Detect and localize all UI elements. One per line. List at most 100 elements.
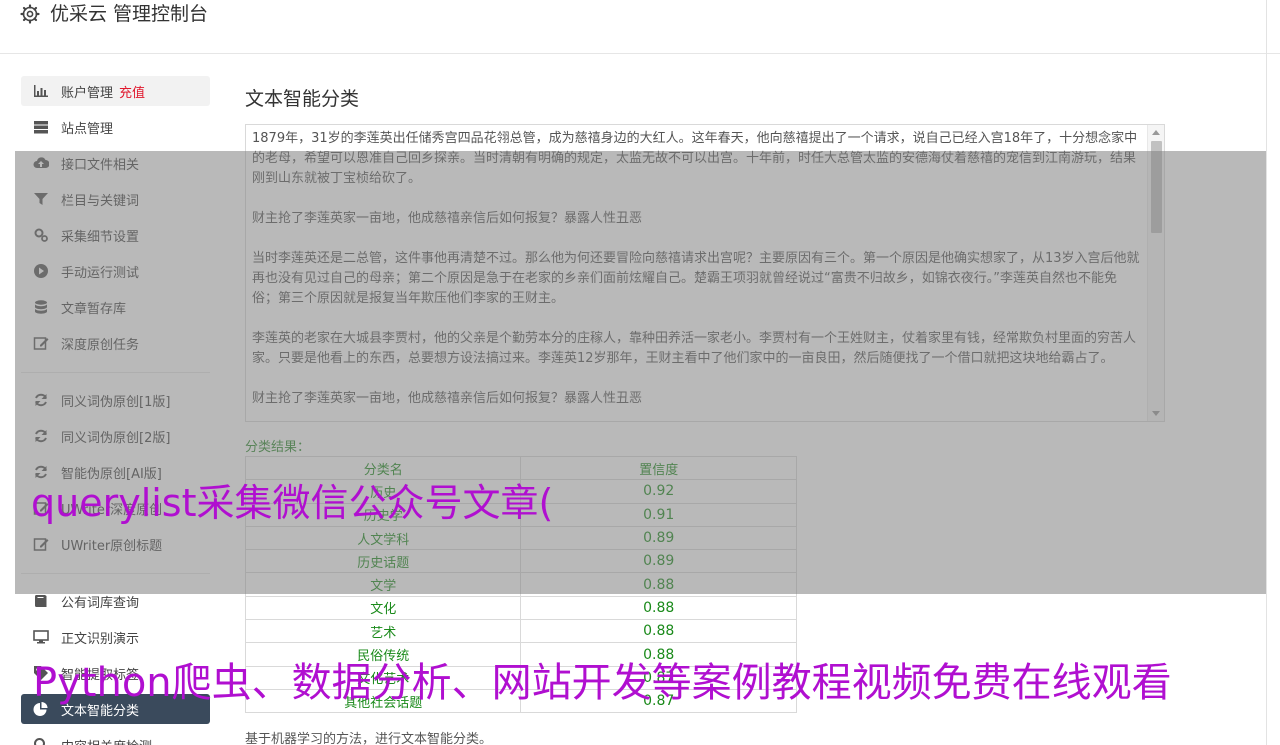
article-paragraph: 1879年，31岁的李莲英出任储秀宫四品花翎总管，成为慈禧身边的大红人。这年春天… [252,131,1138,186]
scroll-down-icon[interactable] [1152,411,1160,416]
category-cell: 历史话题 [244,549,522,574]
article-paragraph: 财主抢了李莲英家一亩地，他成慈禧亲信后如何报复？暴露人性丑恶 [252,211,643,226]
sidebar-item-1[interactable]: 账户管理 充值 [21,76,210,106]
sidebar-item-label: 同义词伪原创[1版] [61,394,171,410]
sidebar-item-2[interactable]: 站点管理 [21,112,210,142]
article-paragraph: 李莲英的老家在大城县李贾村，他的父亲是个勤劳本分的庄稼人，靠种田养活一家老小。李… [252,331,1137,366]
confidence-cell: 0.92 [520,479,797,504]
table-row: 人文学科 0.89 [244,525,797,551]
category-cell: 历史 [244,479,522,504]
sidebar-item-label: 采集细节设置 [61,229,140,245]
sidebar-item-5[interactable]: 采集细节设置 [21,220,210,250]
sidebar-item-label: 智能提取标签 [61,667,140,683]
sidebar-item-17[interactable]: 文本智能分类 [21,694,210,724]
page-title: 文本智能分类 [245,88,360,110]
article-text: 1879年，31岁的李莲英出任储秀宫四品花翎总管，成为慈禧身边的大红人。这年春天… [252,129,1142,421]
table-row: 艺术 0.88 [244,619,797,644]
table-row: 文化艺术 0.87 [244,665,797,690]
confidence-cell: 0.89 [520,525,797,551]
sidebar-item-15[interactable]: 正文识别演示 [21,622,210,652]
confidence-cell: 0.88 [520,642,797,667]
category-cell: 历史学 [244,502,522,527]
sidebar-item-label: 深度原创任务 [61,337,140,353]
confidence-cell: 0.88 [520,619,797,644]
sidebar-item-10[interactable]: 同义词伪原创[2版] [21,421,210,451]
sidebar-item-label: 账户管理 [61,85,114,101]
category-cell: 其他社会话题 [244,688,522,714]
gear-icon [20,4,40,24]
category-cell: 民俗传统 [244,642,522,667]
server-icon [21,112,61,142]
sidebar-item-16[interactable]: 智能提取标签 [21,658,210,688]
sidebar-item-6[interactable]: 手动运行测试 [21,256,210,286]
sidebar-item-label: 文本智能分类 [61,703,140,719]
sidebar-item-8[interactable]: 深度原创任务 [21,328,210,358]
tag-icon [21,658,61,688]
table-row: 历史 0.92 [244,479,797,504]
header-confidence: 置信度 [520,455,797,481]
category-cell: 人文学科 [244,525,522,551]
sidebar: 账户管理 充值站点管理接口文件相关栏目与关键词 采集细节设置 手动运行测试 文章暂存库深… [0,54,230,745]
sidebar-item-9[interactable]: 同义词伪原创[1版] [21,385,210,415]
sidebar-item-label: UWriter深度原创 [61,502,163,518]
sidebar-item-label: 正文识别演示 [61,631,140,647]
scroll-up-icon[interactable] [1152,130,1160,135]
right-border [1266,0,1267,745]
edit-icon [21,328,61,358]
footnote: 基于机器学习的方法，进行文本智能分类。 [245,732,493,745]
article-paragraph: 当时李莲英还是二总管，这件事他再清楚不过。那么他为何还要冒险向慈禧请求出宫呢？主… [252,251,1140,306]
confidence-cell: 0.91 [520,502,797,527]
cogs-icon [21,220,61,250]
category-cell: 文化艺术 [244,665,522,690]
sidebar-item-18[interactable]: 内容相关度检测 [21,730,210,745]
sidebar-item-4[interactable]: 栏目与关键词 [21,184,210,214]
database-icon [21,292,61,322]
category-cell: 艺术 [244,619,522,644]
sidebar-item-7[interactable]: 文章暂存库 [21,292,210,322]
filter-icon [21,184,61,214]
sidebar-item-11[interactable]: 智能伪原创[AI版] [21,457,210,487]
recharge-link[interactable]: 充值 [119,82,145,101]
sidebar-item-13[interactable]: UWriter原创标题 [21,529,210,559]
sidebar-item-label: 栏目与关键词 [61,193,140,209]
sidebar-item-label: 智能伪原创[AI版] [61,466,162,482]
refresh-icon [21,457,61,487]
sidebar-item-label: 同义词伪原创[2版] [61,430,171,446]
pie-chart-icon [21,694,61,724]
article-textarea[interactable]: 1879年，31岁的李莲英出任储秀宫四品花翎总管，成为慈禧身边的大红人。这年春天… [245,124,1165,422]
top-bar: 优采云 管理控制台 [0,0,1280,745]
bar-chart-icon [21,76,61,106]
confidence-cell: 0.87 [520,665,797,690]
sidebar-item-label: 站点管理 [61,121,114,137]
sidebar-item-14[interactable]: 公有词库查询 [21,586,210,616]
sidebar-item-3[interactable]: 接口文件相关 [21,148,210,178]
sidebar-item-label: UWriter原创标题 [61,538,163,554]
sidebar-item-12[interactable]: UWriter深度原创 [21,493,210,523]
confidence-cell: 0.88 [520,572,797,597]
table-row: 历史话题 0.89 [244,549,797,574]
refresh-icon [21,421,61,451]
article-paragraph: 财主抢了李莲英家一亩地，他成慈禧亲信后如何报复？暴露人性丑恶 [252,391,643,406]
scroll-thumb[interactable] [1151,141,1162,233]
sidebar-item-label: 文章暂存库 [61,301,127,317]
header-category: 分类名 [244,455,522,481]
edit-icon [21,529,61,559]
cloud-upload-icon [21,148,61,178]
table-row: 历史学 0.91 [244,502,797,527]
sidebar-divider [21,573,210,574]
refresh-icon [21,385,61,415]
result-table: 分类名 置信度 历史 0.92 历史学 0.91 人文学科 0.89 历史话题 0.89 文学 0… [244,455,797,714]
confidence-cell: 0.87 [520,688,797,714]
sidebar-item-label: 公有词库查询 [61,595,140,611]
sidebar-item-label: 手动运行测试 [61,265,140,281]
sidebar-item-label: 内容相关度检测 [61,736,152,745]
category-cell: 文学 [244,572,522,597]
textarea-scrollbar[interactable] [1147,125,1164,421]
confidence-cell: 0.89 [520,549,797,574]
table-row: 文学 0.88 [244,572,797,597]
table-row: 其他社会话题 0.87 [244,688,797,714]
edit-icon [21,493,61,523]
table-header-row: 分类名 置信度 [244,455,797,481]
desktop-icon [21,622,61,652]
search-icon [21,730,61,745]
